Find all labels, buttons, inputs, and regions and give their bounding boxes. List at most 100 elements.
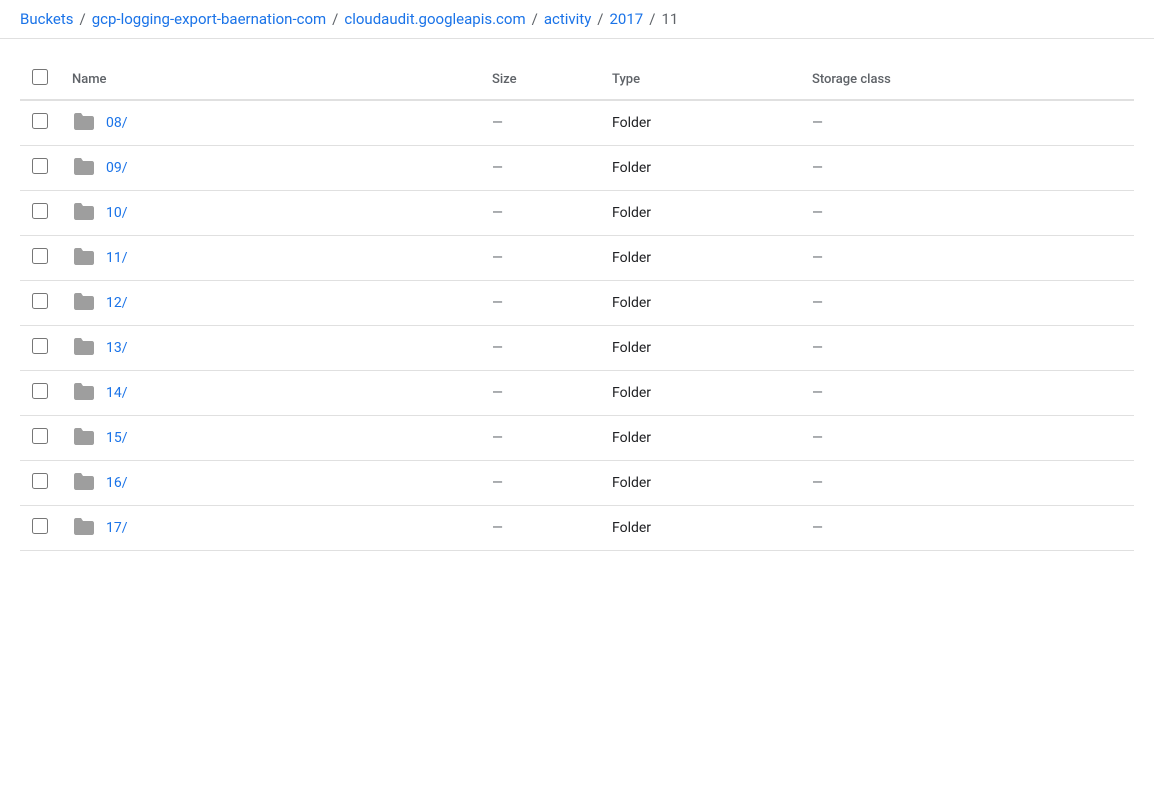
row-name-cell-08: 08/ bbox=[60, 100, 480, 146]
row-name-cell-17: 17/ bbox=[60, 506, 480, 551]
size-value: — bbox=[492, 385, 503, 401]
storage-value: — bbox=[812, 160, 823, 176]
row-checkbox-cell-17[interactable] bbox=[20, 506, 60, 551]
folder-link-14[interactable]: 14/ bbox=[106, 385, 128, 401]
row-name-cell-14: 14/ bbox=[60, 371, 480, 416]
row-checkbox-15[interactable] bbox=[32, 428, 48, 444]
folder-icon bbox=[72, 246, 96, 270]
row-storage-cell-17: — bbox=[800, 506, 1134, 551]
folder-link-09[interactable]: 09/ bbox=[106, 160, 128, 176]
row-checkbox-cell-08[interactable] bbox=[20, 100, 60, 146]
select-all-checkbox[interactable] bbox=[32, 69, 48, 85]
row-type-cell-16: Folder bbox=[600, 461, 800, 506]
size-value: — bbox=[492, 475, 503, 491]
row-storage-cell-09: — bbox=[800, 146, 1134, 191]
row-checkbox-16[interactable] bbox=[32, 473, 48, 489]
row-storage-cell-16: — bbox=[800, 461, 1134, 506]
row-checkbox-cell-09[interactable] bbox=[20, 146, 60, 191]
folder-link-12[interactable]: 12/ bbox=[106, 295, 128, 311]
size-value: — bbox=[492, 340, 503, 356]
folder-link-15[interactable]: 15/ bbox=[106, 430, 128, 446]
table-row: 11/—Folder— bbox=[20, 236, 1134, 281]
breadcrumb-sep-5: / bbox=[649, 10, 655, 28]
table-row: 12/ — Folder — bbox=[20, 281, 1134, 326]
folder-link-13[interactable]: 13/ bbox=[106, 340, 128, 356]
breadcrumb-cloudaudit[interactable]: cloudaudit.googleapis.com bbox=[344, 10, 525, 28]
table-row: 17/—Folder— bbox=[20, 506, 1134, 551]
breadcrumb-buckets[interactable]: Buckets bbox=[20, 10, 74, 28]
folder-icon bbox=[72, 156, 96, 180]
breadcrumb-2017[interactable]: 2017 bbox=[610, 10, 644, 28]
folder-icon bbox=[72, 471, 96, 495]
table-row: 15/—Folder— bbox=[20, 416, 1134, 461]
row-checkbox-cell-10[interactable] bbox=[20, 191, 60, 236]
folder-icon bbox=[72, 516, 96, 540]
folder-link-08[interactable]: 08/ bbox=[106, 115, 128, 131]
size-value: — bbox=[492, 430, 503, 446]
folder-link-17[interactable]: 17/ bbox=[106, 520, 128, 536]
size-value: — bbox=[492, 250, 503, 266]
folder-icon bbox=[72, 426, 96, 450]
row-name-cell-15: 15/ bbox=[60, 416, 480, 461]
row-name-cell-09: 09/ bbox=[60, 146, 480, 191]
row-checkbox-17[interactable] bbox=[32, 518, 48, 534]
row-name-cell-13: 13/ bbox=[60, 326, 480, 371]
row-size-cell-17: — bbox=[480, 506, 600, 551]
row-name-cell-12: 12/ bbox=[60, 281, 480, 326]
breadcrumb-sep-2: / bbox=[332, 10, 338, 28]
breadcrumb-11: 11 bbox=[661, 10, 678, 28]
row-size-cell-13: — bbox=[480, 326, 600, 371]
row-size-cell-09: — bbox=[480, 146, 600, 191]
col-header-type: Type bbox=[600, 59, 800, 100]
row-checkbox-14[interactable] bbox=[32, 383, 48, 399]
col-header-name: Name bbox=[60, 59, 480, 100]
folder-link-11[interactable]: 11/ bbox=[106, 250, 128, 266]
folder-link-16[interactable]: 16/ bbox=[106, 475, 128, 491]
breadcrumb-bucket-name[interactable]: gcp-logging-export-baernation-com bbox=[92, 10, 326, 28]
row-type-cell-15: Folder bbox=[600, 416, 800, 461]
breadcrumb-activity[interactable]: activity bbox=[544, 10, 591, 28]
storage-value: — bbox=[812, 340, 823, 356]
size-value: — bbox=[492, 160, 503, 176]
row-checkbox-cell-14[interactable] bbox=[20, 371, 60, 416]
row-checkbox-cell-15[interactable] bbox=[20, 416, 60, 461]
col-header-size: Size bbox=[480, 59, 600, 100]
table-row: 16/—Folder— bbox=[20, 461, 1134, 506]
storage-value: — bbox=[812, 520, 823, 536]
table-row: 10/—Folder— bbox=[20, 191, 1134, 236]
row-storage-cell-15: — bbox=[800, 416, 1134, 461]
row-size-cell-16: — bbox=[480, 461, 600, 506]
row-checkbox-11[interactable] bbox=[32, 248, 48, 264]
row-checkbox-cell-16[interactable] bbox=[20, 461, 60, 506]
row-size-cell-15: — bbox=[480, 416, 600, 461]
row-checkbox-12[interactable] bbox=[32, 293, 48, 309]
row-storage-cell-12: — bbox=[800, 281, 1134, 326]
storage-value: — bbox=[812, 295, 823, 311]
size-value: — bbox=[492, 295, 503, 311]
row-name-cell-11: 11/ bbox=[60, 236, 480, 281]
folder-link-10[interactable]: 10/ bbox=[106, 205, 128, 221]
row-type-cell-12: Folder bbox=[600, 281, 800, 326]
select-all-header[interactable] bbox=[20, 59, 60, 100]
table-row: 13/—Folder— bbox=[20, 326, 1134, 371]
row-name-cell-10: 10/ bbox=[60, 191, 480, 236]
row-checkbox-13[interactable] bbox=[32, 338, 48, 354]
size-value: — bbox=[492, 205, 503, 221]
table-row: 14/—Folder— bbox=[20, 371, 1134, 416]
row-type-cell-17: Folder bbox=[600, 506, 800, 551]
storage-value: — bbox=[812, 205, 823, 221]
table-row: 09/—Folder— bbox=[20, 146, 1134, 191]
row-checkbox-08[interactable] bbox=[32, 113, 48, 129]
row-checkbox-cell-13[interactable] bbox=[20, 326, 60, 371]
table-row: 08/—Folder— bbox=[20, 100, 1134, 146]
row-type-cell-11: Folder bbox=[600, 236, 800, 281]
row-checkbox-cell-12[interactable] bbox=[20, 281, 60, 326]
breadcrumb-sep-1: / bbox=[80, 10, 86, 28]
storage-value: — bbox=[812, 385, 823, 401]
row-checkbox-09[interactable] bbox=[32, 158, 48, 174]
breadcrumb-sep-3: / bbox=[532, 10, 538, 28]
row-type-cell-08: Folder bbox=[600, 100, 800, 146]
row-size-cell-10: — bbox=[480, 191, 600, 236]
row-checkbox-10[interactable] bbox=[32, 203, 48, 219]
row-checkbox-cell-11[interactable] bbox=[20, 236, 60, 281]
